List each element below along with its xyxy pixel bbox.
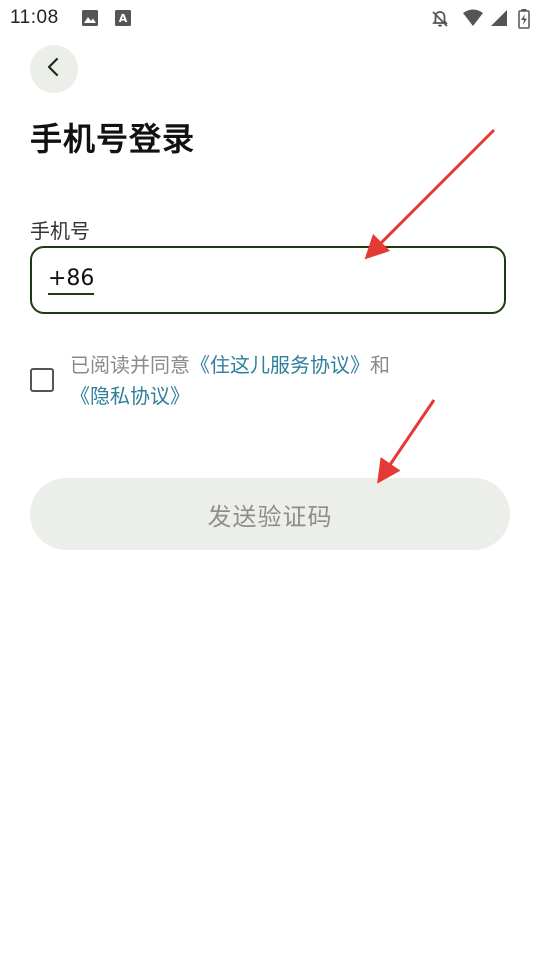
- phone-field[interactable]: +86: [30, 246, 506, 314]
- status-bar: 11:08 A: [0, 0, 540, 36]
- privacy-agreement-link[interactable]: 《隐私协议》: [70, 384, 190, 408]
- notifications-off-icon: [430, 9, 450, 33]
- font-a-icon: A: [114, 9, 132, 31]
- agreement-text: 已阅读并同意《住这儿服务协议》和《隐私协议》: [70, 350, 500, 412]
- agreement-conjunction: 和: [370, 353, 390, 377]
- back-button[interactable]: [30, 45, 78, 93]
- annotation-arrow: [364, 128, 496, 260]
- login-screen: 11:08 A 手机号登录 手机号 +86 已阅读并同意《住这儿服务协议》和《隐…: [0, 0, 540, 960]
- send-code-button[interactable]: 发送验证码: [30, 478, 510, 550]
- agreement-prefix: 已阅读并同意: [70, 353, 190, 377]
- signal-icon: [490, 9, 508, 31]
- svg-text:A: A: [119, 12, 128, 25]
- battery-icon: [518, 9, 530, 33]
- status-time: 11:08: [10, 7, 59, 28]
- page-title: 手机号登录: [30, 120, 196, 158]
- country-code[interactable]: +86: [48, 268, 95, 295]
- phone-label: 手机号: [30, 219, 90, 243]
- phone-input[interactable]: [102, 258, 496, 304]
- image-icon: [81, 9, 99, 31]
- chevron-left-icon: [43, 56, 65, 82]
- agreement-checkbox[interactable]: [30, 368, 54, 392]
- wifi-icon: [462, 9, 484, 31]
- service-agreement-link[interactable]: 《住这儿服务协议》: [190, 353, 370, 377]
